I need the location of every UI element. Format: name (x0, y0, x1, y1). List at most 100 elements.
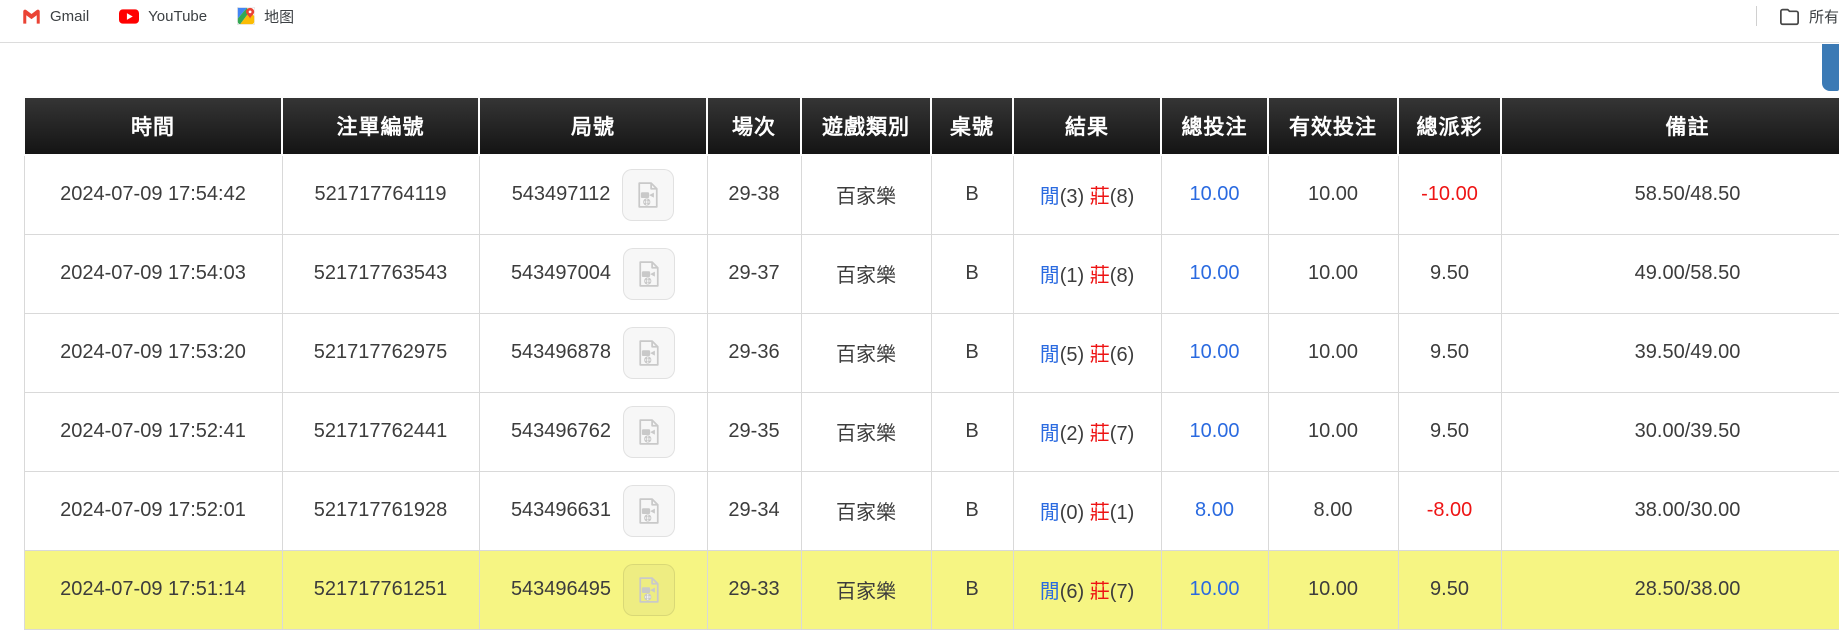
cell-time: 2024-07-09 17:52:01 (23, 470, 283, 551)
bookmark-label: 地图 (264, 8, 295, 26)
bookmark-label: YouTube (148, 7, 208, 25)
cell-total-bet: 10.00 (1160, 391, 1269, 472)
cell-result: 閒(1) 莊(8) (1012, 233, 1162, 314)
gmail-icon (22, 9, 41, 24)
video-file-icon (639, 497, 659, 524)
table-row[interactable]: 2024-07-09 17:54:03 521717763543 5434970… (23, 233, 1839, 314)
cell-result: 閒(0) 莊(1) (1012, 470, 1162, 551)
banker-result-label: 莊 (1089, 581, 1110, 603)
banker-result-score: (1) (1109, 502, 1135, 524)
cell-game-type: 百家樂 (800, 233, 932, 314)
banker-result-label: 莊 (1089, 186, 1110, 209)
cell-table-no: B (930, 391, 1014, 472)
cell-bet-id: 521717763543 (281, 233, 480, 314)
cell-bet-id: 521717761251 (281, 549, 480, 630)
cell-valid-bet: 10.00 (1267, 391, 1399, 472)
cell-remark: 49.00/58.50 (1500, 233, 1839, 314)
cell-time: 2024-07-09 17:54:42 (23, 154, 283, 235)
round-id-text: 543496631 (510, 499, 612, 521)
col-header-session: 場次 (706, 96, 802, 156)
cell-bet-id: 521717762441 (281, 391, 480, 472)
col-header-remark: 備註 (1500, 96, 1839, 156)
col-header-total-bet: 總投注 (1160, 96, 1269, 156)
cell-round-id: 543496878 (478, 312, 708, 393)
col-header-payout: 總派彩 (1397, 96, 1502, 156)
youtube-icon (119, 8, 140, 24)
cell-time: 2024-07-09 17:53:20 (23, 312, 283, 393)
cell-round-id: 543497004 (478, 233, 708, 314)
bookmarks-divider (1755, 6, 1757, 26)
video-file-icon (638, 182, 658, 208)
table-row[interactable]: 2024-07-09 17:53:20 521717762975 5434968… (23, 312, 1839, 393)
col-header-valid-bet: 有效投注 (1267, 96, 1399, 156)
cell-game-type: 百家樂 (800, 391, 932, 472)
col-header-result: 結果 (1012, 96, 1162, 156)
banker-result-label: 莊 (1089, 502, 1110, 524)
player-result-label: 閒 (1039, 502, 1060, 524)
cell-valid-bet: 10.00 (1267, 233, 1399, 314)
cell-payout: 9.50 (1397, 312, 1502, 393)
bookmarks-right-group: 所有 (1755, 3, 1839, 29)
cell-payout: 9.50 (1397, 233, 1502, 314)
cell-session: 29-33 (706, 549, 802, 630)
col-header-bet-id: 注單編號 (281, 96, 480, 156)
video-file-icon (639, 260, 659, 287)
cell-session: 29-38 (706, 154, 802, 235)
player-result-score: (0) (1059, 502, 1085, 524)
cell-table-no: B (930, 549, 1014, 630)
video-replay-button[interactable] (623, 247, 676, 300)
bookmark-youtube[interactable]: YouTube (119, 3, 207, 29)
video-replay-button[interactable] (623, 563, 676, 616)
banker-result-score: (7) (1109, 581, 1135, 603)
cell-bet-id: 521717761928 (281, 470, 480, 551)
cell-session: 29-36 (706, 312, 802, 393)
player-result-score: (2) (1059, 423, 1085, 445)
cell-payout: -8.00 (1397, 470, 1502, 551)
table-row[interactable]: 2024-07-09 17:52:01 521717761928 5434966… (23, 470, 1839, 551)
video-replay-button[interactable] (623, 405, 676, 458)
cell-round-id: 543496631 (478, 470, 708, 551)
cell-total-bet: 8.00 (1160, 470, 1269, 551)
cell-valid-bet: 10.00 (1267, 312, 1399, 393)
cell-result: 閒(2) 莊(7) (1012, 391, 1162, 472)
video-replay-button[interactable] (623, 484, 676, 537)
cell-bet-id: 521717764119 (281, 154, 480, 235)
player-result-label: 閒 (1039, 265, 1060, 287)
video-file-icon (639, 418, 659, 445)
table-body: 2024-07-09 17:54:42 521717764119 5434971… (23, 154, 1839, 630)
cell-round-id: 543497112 (478, 154, 708, 235)
cell-valid-bet: 8.00 (1267, 470, 1399, 551)
round-id-text: 543496878 (510, 341, 612, 363)
cell-valid-bet: 10.00 (1267, 549, 1399, 630)
cell-table-no: B (930, 154, 1014, 235)
bet-history-table: 時間 注單編號 局號 場次 遊戲類別 桌號 結果 總投注 有效投注 總派彩 備註… (23, 96, 1839, 630)
player-result-score: (6) (1059, 581, 1085, 603)
video-replay-button[interactable] (623, 326, 676, 379)
cell-table-no: B (930, 470, 1014, 551)
cell-total-bet: 10.00 (1160, 154, 1269, 235)
cell-round-id: 543496495 (478, 549, 708, 630)
player-result-score: (3) (1059, 186, 1085, 209)
table-row[interactable]: 2024-07-09 17:54:42 521717764119 5434971… (23, 154, 1839, 235)
all-bookmarks-button[interactable]: 所有 (1779, 3, 1839, 29)
bookmark-maps[interactable]: 地图 (237, 3, 294, 29)
player-result-label: 閒 (1039, 581, 1060, 603)
table-row[interactable]: 2024-07-09 17:51:14 521717761251 5434964… (23, 549, 1839, 630)
cell-bet-id: 521717762975 (281, 312, 480, 393)
cell-total-bet: 10.00 (1160, 549, 1269, 630)
bookmark-gmail[interactable]: Gmail (22, 3, 89, 29)
bookmark-label: Gmail (50, 7, 90, 25)
round-id-text: 543496762 (510, 420, 612, 442)
bet-history-table-wrap: 時間 注單編號 局號 場次 遊戲類別 桌號 結果 總投注 有效投注 總派彩 備註… (23, 96, 1839, 630)
player-result-score: (1) (1059, 265, 1085, 287)
cell-total-bet: 10.00 (1160, 312, 1269, 393)
cell-session: 29-34 (706, 470, 802, 551)
cell-result: 閒(3) 莊(8) (1012, 154, 1162, 235)
cell-payout: 9.50 (1397, 391, 1502, 472)
banker-result-score: (8) (1109, 265, 1135, 287)
cell-table-no: B (930, 312, 1014, 393)
video-replay-button[interactable] (622, 168, 675, 221)
table-row[interactable]: 2024-07-09 17:52:41 521717762441 5434967… (23, 391, 1839, 472)
vertical-scrollbar-thumb[interactable] (1822, 44, 1839, 91)
maps-icon (237, 7, 256, 25)
